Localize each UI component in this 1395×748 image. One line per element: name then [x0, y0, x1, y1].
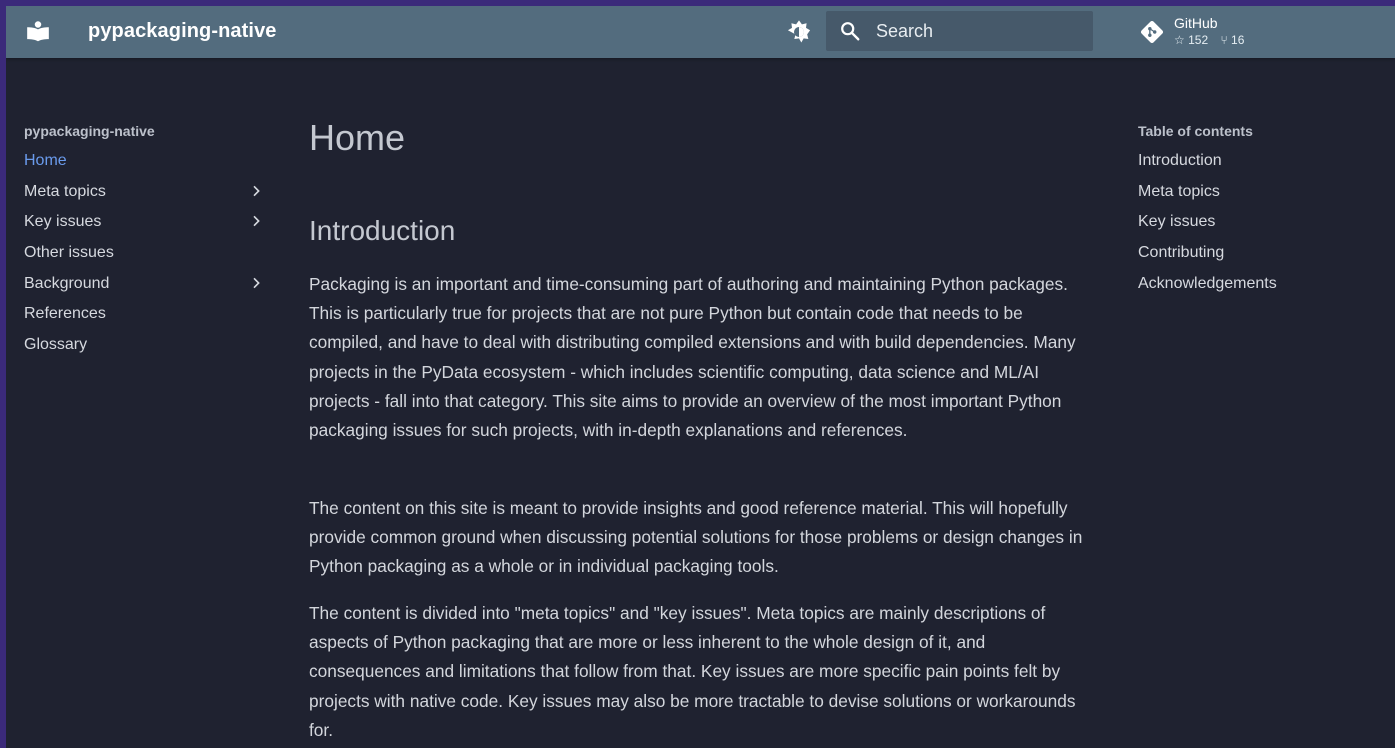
repo-forks: ⑂ 16 — [1220, 33, 1244, 47]
star-icon: ☆ — [1174, 33, 1185, 47]
toc-item-meta-topics[interactable]: Meta topics — [1138, 181, 1368, 212]
nav-title: pypackaging-native — [24, 123, 155, 139]
repo-name: GitHub — [1174, 15, 1218, 31]
section-heading-introduction: Introduction — [309, 215, 456, 246]
primary-navigation: pypackaging-native Home Meta topics Key … — [24, 120, 264, 365]
page-title: Home — [309, 117, 406, 158]
sidebar-item-label: Key issues — [24, 213, 102, 231]
toc-item-contributing[interactable]: Contributing — [1138, 242, 1368, 273]
toc-item-introduction[interactable]: Introduction — [1138, 150, 1368, 181]
brightness-toggle-icon[interactable] — [785, 18, 813, 46]
sidebar-item-label: Home — [24, 152, 67, 169]
chevron-right-icon[interactable] — [248, 213, 264, 229]
sidebar-item-label: References — [24, 305, 106, 323]
sidebar-item-other-issues[interactable]: Other issues — [24, 242, 264, 273]
search-icon — [841, 22, 860, 41]
search-placeholder: Search — [876, 21, 934, 41]
sidebar-item-label: Glossary — [24, 336, 88, 354]
page-frame: pypackaging-native Search GitHub ☆ 152 ⑂… — [6, 6, 1395, 748]
repo-facts: ☆ 152 ⑂ 16 — [1174, 33, 1253, 47]
content-structure-paragraph: The content is divided into "meta topics… — [309, 603, 1076, 740]
toc-title: Table of contents — [1138, 123, 1253, 139]
intro-paragraph: Packaging is an important and time-consu… — [309, 274, 1076, 441]
star-count: 152 — [1188, 33, 1209, 47]
site-title[interactable]: pypackaging-native — [88, 20, 277, 43]
sidebar-item-label: Background — [24, 274, 110, 292]
sidebar-item-meta-topics[interactable]: Meta topics — [24, 181, 264, 212]
repository-link[interactable]: GitHub ☆ 152 ⑂ 16 — [1139, 15, 1339, 49]
git-icon — [1140, 20, 1164, 44]
search-input[interactable]: Search — [826, 11, 1093, 51]
fork-icon: ⑂ — [1220, 33, 1228, 47]
sidebar-item-glossary[interactable]: Glossary — [24, 334, 264, 365]
sidebar-item-home[interactable]: Home — [24, 150, 264, 181]
fork-count: 16 — [1231, 33, 1245, 47]
repo-stars: ☆ 152 — [1174, 33, 1208, 47]
sidebar-item-label: Meta topics — [24, 182, 106, 200]
sidebar-item-key-issues[interactable]: Key issues — [24, 211, 264, 242]
sidebar-item-background[interactable]: Background — [24, 273, 264, 304]
header: pypackaging-native Search GitHub ☆ 152 ⑂… — [6, 6, 1395, 58]
toc-item-acknowledgements[interactable]: Acknowledgements — [1138, 273, 1368, 304]
sidebar-item-label: Other issues — [24, 244, 114, 262]
main-content: Home Introduction Packaging is an import… — [309, 116, 1089, 740]
sidebar-item-references[interactable]: References — [24, 303, 264, 334]
toc-item-key-issues[interactable]: Key issues — [1138, 211, 1368, 242]
book-logo-icon[interactable] — [25, 18, 51, 44]
chevron-right-icon[interactable] — [248, 183, 264, 199]
table-of-contents: Table of contents Introduction Meta topi… — [1138, 120, 1368, 303]
chevron-right-icon[interactable] — [248, 275, 264, 291]
content-purpose-paragraph: The content on this site is meant to pro… — [309, 498, 1083, 577]
